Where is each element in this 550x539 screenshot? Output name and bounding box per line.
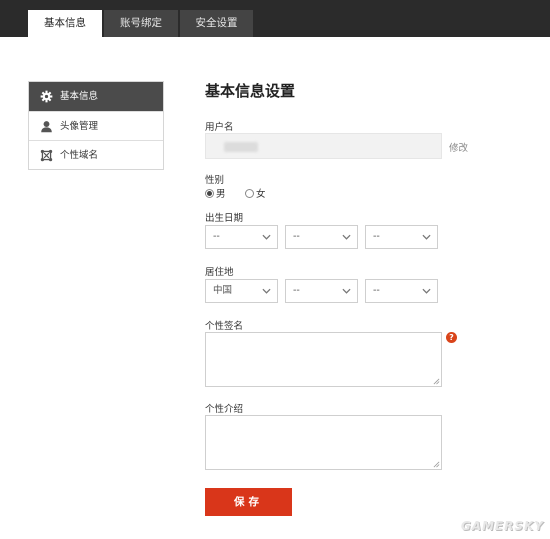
gear-icon bbox=[40, 90, 53, 103]
sidebar-item-label: 头像管理 bbox=[60, 121, 99, 132]
page-title: 基本信息设置 bbox=[205, 82, 296, 100]
chevron-down-icon bbox=[422, 288, 431, 294]
intro-label: 个性介绍 bbox=[205, 404, 244, 415]
user-icon bbox=[41, 121, 52, 133]
country-value: 中国 bbox=[213, 285, 233, 296]
city-select[interactable]: -- bbox=[365, 279, 438, 303]
signature-textarea[interactable] bbox=[205, 332, 442, 387]
birth-year-value: -- bbox=[213, 231, 220, 242]
chevron-down-icon bbox=[342, 288, 351, 294]
chevron-down-icon bbox=[422, 234, 431, 240]
province-select[interactable]: -- bbox=[285, 279, 358, 303]
gender-female-radio[interactable]: 女 bbox=[245, 187, 266, 200]
modify-username-link[interactable]: 修改 bbox=[449, 140, 468, 154]
signature-label: 个性签名 bbox=[205, 321, 244, 332]
radio-icon bbox=[245, 188, 254, 198]
help-icon[interactable]: ? bbox=[446, 332, 457, 343]
country-select[interactable]: 中国 bbox=[205, 279, 278, 303]
gender-male-radio[interactable]: 男 bbox=[205, 187, 226, 200]
city-value: -- bbox=[373, 285, 380, 296]
birth-month-select[interactable]: -- bbox=[285, 225, 358, 249]
birth-day-value: -- bbox=[373, 231, 380, 242]
resize-grip-icon[interactable] bbox=[433, 461, 440, 468]
username-field bbox=[205, 133, 442, 159]
username-blurred-value bbox=[224, 142, 258, 152]
sidebar-item-label: 个性域名 bbox=[60, 150, 99, 161]
sidebar-item-label: 基本信息 bbox=[60, 91, 99, 102]
radio-icon bbox=[205, 188, 214, 198]
save-button[interactable]: 保存 bbox=[205, 488, 292, 516]
gender-male-label: 男 bbox=[216, 189, 226, 200]
location-label: 居住地 bbox=[205, 267, 234, 278]
province-value: -- bbox=[293, 285, 300, 296]
birthday-label: 出生日期 bbox=[205, 213, 244, 224]
domain-icon bbox=[40, 149, 53, 162]
watermark-text: GAMERSKY bbox=[460, 519, 544, 533]
username-label: 用户名 bbox=[205, 122, 234, 133]
chevron-down-icon bbox=[262, 234, 271, 240]
sidebar-item-basic-info[interactable]: 基本信息 bbox=[29, 82, 163, 111]
sidebar: 基本信息 头像管理 个性域名 bbox=[28, 81, 164, 170]
tab-basic-info[interactable]: 基本信息 bbox=[28, 10, 102, 37]
chevron-down-icon bbox=[262, 288, 271, 294]
tab-account-binding[interactable]: 账号绑定 bbox=[104, 10, 178, 37]
intro-textarea[interactable] bbox=[205, 415, 442, 470]
sidebar-item-avatar[interactable]: 头像管理 bbox=[29, 111, 163, 140]
birth-year-select[interactable]: -- bbox=[205, 225, 278, 249]
main-form: 基本信息设置 用户名 修改 性别 男 女 出生日期 -- -- -- 居住地 中… bbox=[205, 0, 535, 539]
birth-day-select[interactable]: -- bbox=[365, 225, 438, 249]
chevron-down-icon bbox=[342, 234, 351, 240]
gender-label: 性别 bbox=[205, 175, 225, 186]
resize-grip-icon[interactable] bbox=[433, 378, 440, 385]
birth-month-value: -- bbox=[293, 231, 300, 242]
gender-female-label: 女 bbox=[256, 189, 266, 200]
sidebar-item-custom-domain[interactable]: 个性域名 bbox=[29, 140, 163, 169]
